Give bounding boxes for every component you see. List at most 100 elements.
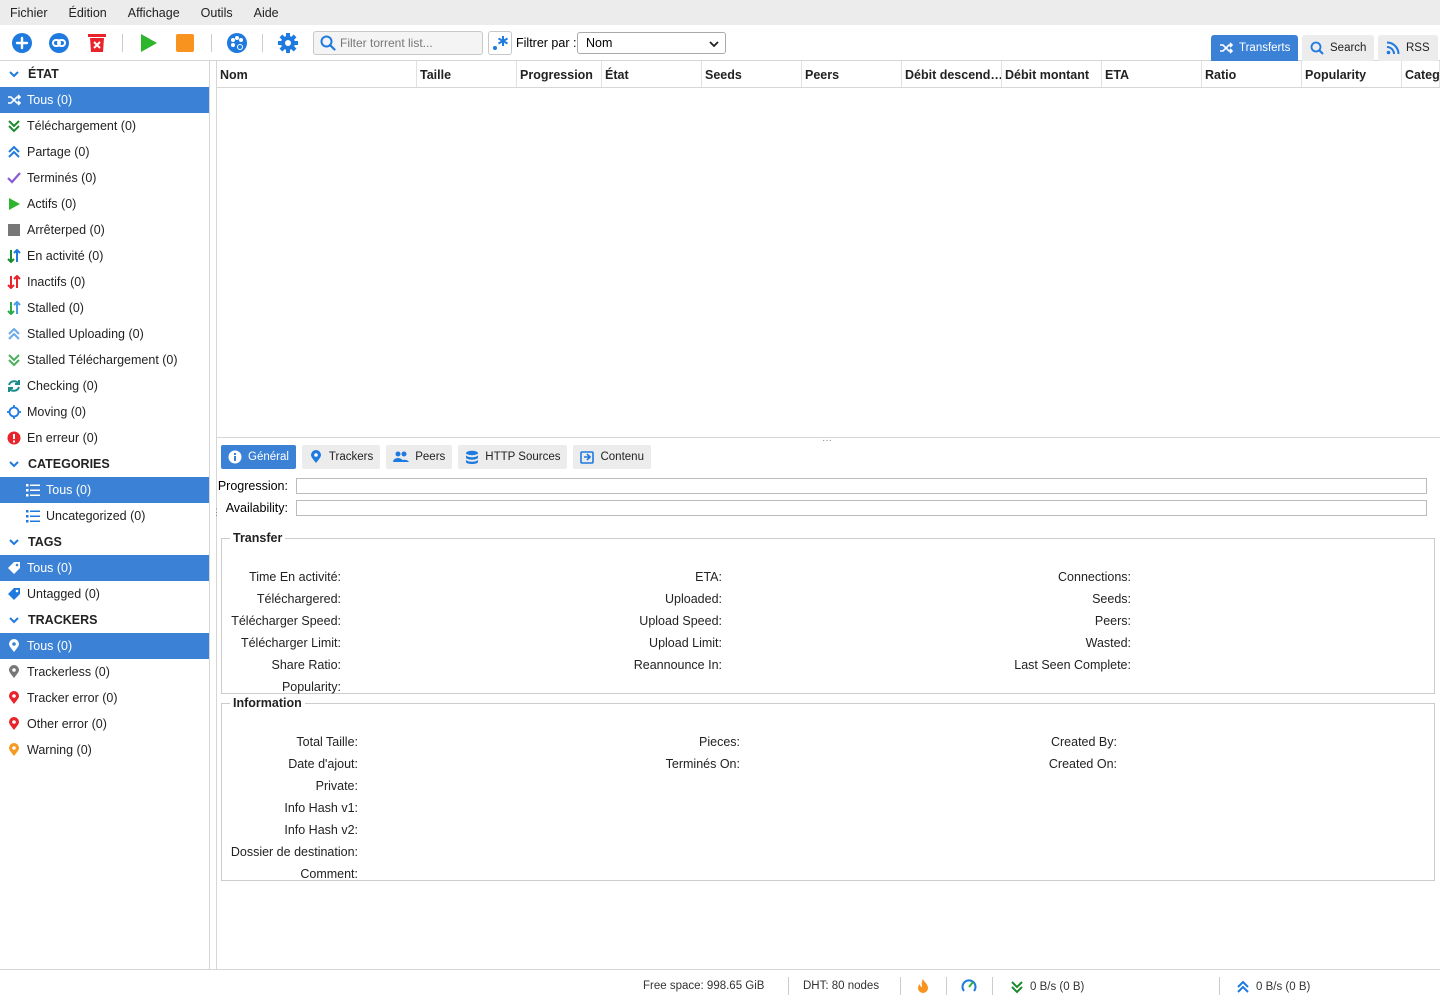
sidebar-item-label: Tous (0) bbox=[46, 483, 92, 497]
download-speed-status: 0 B/s (0 B) bbox=[1010, 980, 1084, 994]
palette-icon[interactable] bbox=[225, 31, 249, 55]
sidebar-item-stalled-downloading[interactable]: Stalled Téléchargement (0) bbox=[0, 347, 209, 373]
status-separator bbox=[788, 977, 789, 995]
tab-search[interactable]: Search bbox=[1302, 35, 1375, 61]
menu-edit[interactable]: Édition bbox=[69, 6, 107, 20]
sidebar-item-downloading[interactable]: Téléchargement (0) bbox=[0, 113, 209, 139]
column-header-ratio[interactable]: Ratio bbox=[1202, 61, 1302, 87]
column-header-state[interactable]: État bbox=[602, 61, 702, 87]
tab-rss[interactable]: RSS bbox=[1378, 35, 1438, 61]
speed-limit-icon[interactable] bbox=[961, 978, 977, 994]
tab-peers[interactable]: Peers bbox=[386, 445, 453, 469]
menu-help[interactable]: Aide bbox=[254, 6, 279, 20]
sidebar-item-inactive[interactable]: Inactifs (0) bbox=[0, 269, 209, 295]
column-header-upload-speed[interactable]: Débit montant bbox=[1002, 61, 1102, 87]
sidebar-item-untagged[interactable]: Untagged (0) bbox=[0, 581, 209, 607]
tab-general[interactable]: Général bbox=[221, 445, 296, 469]
status-separator bbox=[992, 977, 993, 995]
trackers-section-header[interactable]: TRACKERS bbox=[0, 607, 209, 633]
field-label: Last Seen Complete: bbox=[1014, 658, 1131, 672]
tab-trackers[interactable]: Trackers bbox=[301, 445, 381, 469]
tab-transfers[interactable]: Transferts bbox=[1211, 35, 1299, 61]
sidebar-item-seeding[interactable]: Partage (0) bbox=[0, 139, 209, 165]
sidebar-item-errored[interactable]: En erreur (0) bbox=[0, 425, 209, 451]
properties-tabs: Général Trackers Peers HTTP Sources Cont… bbox=[221, 445, 657, 469]
add-torrent-icon[interactable] bbox=[10, 31, 34, 55]
column-header-category[interactable]: Category bbox=[1402, 61, 1440, 87]
torrent-list[interactable] bbox=[217, 88, 1440, 438]
field-label: Time En activité: bbox=[249, 570, 341, 584]
panel-resize-handle[interactable]: ··· bbox=[822, 435, 832, 446]
sidebar-item-stopped[interactable]: Arrêterped (0) bbox=[0, 217, 209, 243]
sidebar-item-tag-all[interactable]: Tous (0) bbox=[0, 555, 209, 581]
regex-toggle-icon[interactable] bbox=[488, 31, 512, 55]
gear-icon[interactable] bbox=[276, 31, 300, 55]
column-header-peers[interactable]: Peers bbox=[802, 61, 902, 87]
sidebar-item-category-all[interactable]: Tous (0) bbox=[0, 477, 209, 503]
check-icon bbox=[7, 171, 21, 185]
filter-by-select[interactable]: Nom bbox=[577, 32, 726, 54]
status-header-label: ÉTAT bbox=[28, 67, 59, 81]
sidebar-item-label: Arrêterped (0) bbox=[27, 223, 105, 237]
sidebar-item-stalled-uploading[interactable]: Stalled Uploading (0) bbox=[0, 321, 209, 347]
refresh-icon bbox=[7, 379, 21, 393]
progress-label: Progression: bbox=[217, 479, 288, 493]
tab-content-label: Contenu bbox=[600, 451, 644, 463]
field-label: Popularity: bbox=[281, 680, 341, 694]
categories-section-header[interactable]: CATEGORIES bbox=[0, 451, 209, 477]
active-arrows-icon bbox=[7, 249, 21, 263]
sidebar-splitter[interactable]: ⋮ bbox=[210, 61, 221, 969]
column-header-size[interactable]: Taille bbox=[417, 61, 517, 87]
sidebar-item-active[interactable]: Actifs (0) bbox=[0, 191, 209, 217]
info-icon bbox=[228, 450, 242, 464]
field-label: Created By: bbox=[1050, 735, 1117, 749]
sidebar-item-trackerless[interactable]: Trackerless (0) bbox=[0, 659, 209, 685]
add-link-icon[interactable] bbox=[47, 31, 71, 55]
menu-file[interactable]: Fichier bbox=[10, 6, 48, 20]
upload-speed-value: 0 B/s (0 B) bbox=[1256, 981, 1311, 993]
column-header-eta[interactable]: ETA bbox=[1102, 61, 1202, 87]
toolbar-separator bbox=[122, 34, 123, 52]
sidebar-item-stalled[interactable]: Stalled (0) bbox=[0, 295, 209, 321]
column-header-seeds[interactable]: Seeds bbox=[702, 61, 802, 87]
sidebar-item-tracker-all[interactable]: Tous (0) bbox=[0, 633, 209, 659]
remove-torrent-icon[interactable] bbox=[85, 31, 109, 55]
pause-icon[interactable] bbox=[173, 31, 197, 55]
status-section-header[interactable]: ÉTAT bbox=[0, 61, 209, 87]
menu-tools[interactable]: Outils bbox=[201, 6, 233, 20]
sidebar-item-completed[interactable]: Terminés (0) bbox=[0, 165, 209, 191]
column-header-download-speed[interactable]: Débit descend… bbox=[902, 61, 1002, 87]
resume-icon[interactable] bbox=[136, 31, 160, 55]
search-input[interactable] bbox=[340, 36, 480, 50]
download-icon bbox=[7, 119, 21, 133]
chevron-down-icon bbox=[9, 539, 19, 546]
sidebar-item-label: Stalled Uploading (0) bbox=[27, 327, 144, 341]
firewall-flame-icon[interactable] bbox=[916, 978, 930, 994]
tab-transfers-label: Transferts bbox=[1239, 42, 1291, 54]
field-label: Uploaded: bbox=[665, 592, 722, 606]
sidebar-item-label: Tous (0) bbox=[27, 561, 73, 575]
menu-view[interactable]: Affichage bbox=[128, 6, 180, 20]
sidebar-item-tracker-error[interactable]: Tracker error (0) bbox=[0, 685, 209, 711]
search-icon bbox=[320, 35, 336, 51]
tags-section-header[interactable]: TAGS bbox=[0, 529, 209, 555]
sidebar-item-moving[interactable]: Moving (0) bbox=[0, 399, 209, 425]
toolbar-separator bbox=[211, 34, 212, 52]
tab-content[interactable]: Contenu bbox=[573, 445, 651, 469]
field-label: Pieces: bbox=[699, 735, 740, 749]
column-header-name[interactable]: Nom bbox=[217, 61, 417, 87]
upload-speed-status: 0 B/s (0 B) bbox=[1236, 980, 1310, 994]
sidebar-item-checking[interactable]: Checking (0) bbox=[0, 373, 209, 399]
sidebar-item-warning[interactable]: Warning (0) bbox=[0, 737, 209, 763]
column-header-progress[interactable]: Progression bbox=[517, 61, 602, 87]
status-separator bbox=[900, 977, 901, 995]
availability-label: Availability: bbox=[225, 501, 288, 515]
sidebar-item-other-error[interactable]: Other error (0) bbox=[0, 711, 209, 737]
sidebar-item-in-activity[interactable]: En activité (0) bbox=[0, 243, 209, 269]
field-label: Date d'ajout: bbox=[288, 757, 358, 771]
field-label: Upload Speed: bbox=[639, 614, 722, 628]
sidebar-item-status-all[interactable]: Tous (0) bbox=[0, 87, 209, 113]
column-header-popularity[interactable]: Popularity bbox=[1302, 61, 1402, 87]
sidebar-item-uncategorized[interactable]: Uncategorized (0) bbox=[0, 503, 209, 529]
tab-http-sources[interactable]: HTTP Sources bbox=[458, 445, 568, 469]
